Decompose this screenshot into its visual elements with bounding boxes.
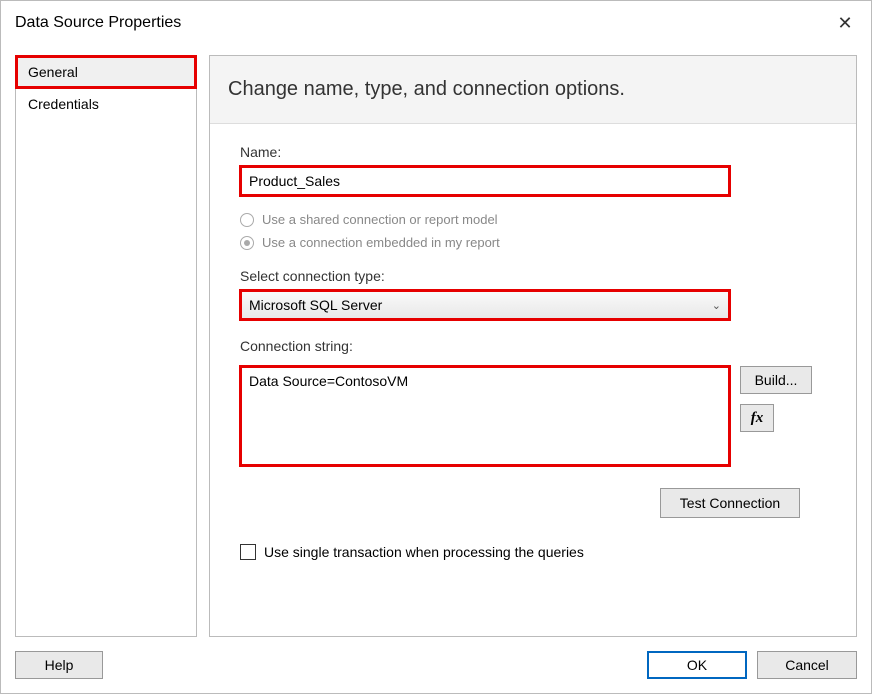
main-heading: Change name, type, and connection option… [210, 56, 856, 124]
help-button[interactable]: Help [15, 651, 103, 679]
close-icon: ✕ [837, 13, 852, 34]
dialog-title: Data Source Properties [15, 14, 181, 32]
sidebar-item-general[interactable]: General [16, 56, 196, 88]
main-content: Name: Use a shared connection or report … [210, 124, 856, 636]
connection-type-select[interactable]: Microsoft SQL Server ⌄ [240, 290, 730, 320]
dialog-window: Data Source Properties ✕ General Credent… [0, 0, 872, 694]
chevron-down-icon: ⌄ [712, 299, 721, 312]
single-transaction-checkbox[interactable]: Use single transaction when processing t… [240, 544, 826, 560]
radio-label: Use a shared connection or report model [262, 212, 498, 227]
connection-type-value: Microsoft SQL Server [249, 297, 382, 313]
close-button[interactable]: ✕ [829, 7, 861, 39]
radio-icon [240, 213, 254, 227]
main-panel: Change name, type, and connection option… [209, 55, 857, 637]
radio-embedded-connection[interactable]: Use a connection embedded in my report [240, 235, 826, 250]
connection-string-side-buttons: Build... fx [740, 366, 812, 432]
expression-button[interactable]: fx [740, 404, 774, 432]
build-button[interactable]: Build... [740, 366, 812, 394]
connection-mode-group: Use a shared connection or report model … [240, 212, 826, 250]
sidebar-item-label: Credentials [28, 96, 99, 112]
radio-icon [240, 236, 254, 250]
dialog-body: General Credentials Change name, type, a… [1, 45, 871, 637]
sidebar-item-label: General [28, 64, 78, 80]
connection-string-row: Build... fx [240, 366, 826, 466]
radio-label: Use a connection embedded in my report [262, 235, 500, 250]
dialog-footer: Help OK Cancel [1, 637, 871, 693]
name-label: Name: [240, 144, 826, 160]
ok-button[interactable]: OK [647, 651, 747, 679]
radio-shared-connection[interactable]: Use a shared connection or report model [240, 212, 826, 227]
test-connection-button[interactable]: Test Connection [660, 488, 800, 518]
fx-icon: fx [751, 410, 764, 427]
sidebar: General Credentials [15, 55, 197, 637]
cancel-button[interactable]: Cancel [757, 651, 857, 679]
checkbox-icon [240, 544, 256, 560]
connection-string-input[interactable] [240, 366, 730, 466]
connection-type-label: Select connection type: [240, 268, 826, 284]
titlebar: Data Source Properties ✕ [1, 1, 871, 45]
sidebar-item-credentials[interactable]: Credentials [16, 88, 196, 120]
name-input[interactable] [240, 166, 730, 196]
checkbox-label: Use single transaction when processing t… [264, 544, 584, 560]
connection-string-label: Connection string: [240, 338, 826, 354]
